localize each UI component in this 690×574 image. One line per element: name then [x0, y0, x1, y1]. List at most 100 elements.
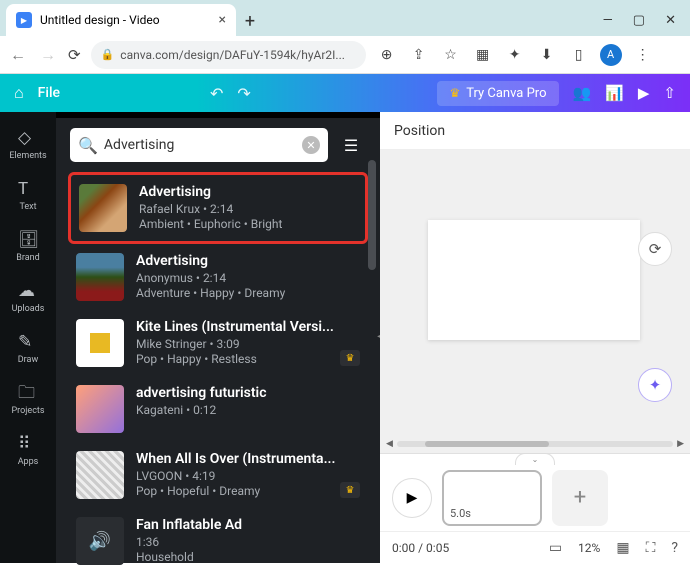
rail-projects[interactable]: 🗀Projects: [4, 377, 52, 422]
tab-favicon: [16, 12, 32, 28]
magic-icon[interactable]: ✦: [638, 368, 672, 402]
home-icon[interactable]: ⌂: [14, 83, 24, 103]
position-button[interactable]: Position: [394, 123, 445, 139]
track-meta: Mike Stringer • 3:09: [136, 337, 360, 351]
track-info: Fan Inflatable Ad 1:36Household: [136, 517, 360, 564]
track-thumbnail[interactable]: [76, 253, 124, 301]
time-display: 0:00 / 0:05: [392, 541, 449, 555]
track-item[interactable]: When All Is Over (Instrumenta...LVGOON •…: [68, 442, 368, 508]
canvas-area: Position ⟳ ✦ ◀ ▶ ⌄ ▶ 5.0s + 0:00: [380, 112, 690, 563]
share-icon[interactable]: ⇪: [408, 47, 430, 63]
redo-icon[interactable]: ↷: [237, 84, 250, 103]
filter-icon[interactable]: ☰: [336, 130, 366, 160]
help-icon[interactable]: ?: [671, 540, 678, 556]
translate-icon[interactable]: ▦: [472, 47, 494, 63]
search-input[interactable]: [104, 137, 296, 153]
stage-wrap[interactable]: ⟳ ✦ ◀ ▶: [380, 150, 690, 453]
main-area: ◇Elements TText 🗄Brand ☁Uploads ✎Draw 🗀P…: [0, 112, 690, 563]
track-info: When All Is Over (Instrumenta...LVGOON •…: [136, 451, 360, 498]
timeline: ⌄ ▶ 5.0s + 0:00 / 0:05 ▭ 12% ▦ ⛶ ?: [380, 453, 690, 563]
timeline-play-button[interactable]: ▶: [392, 478, 432, 518]
rail-brand[interactable]: 🗄Brand: [4, 224, 52, 269]
try-pro-button[interactable]: ♛ Try Canva Pro: [437, 81, 558, 106]
add-clip-button[interactable]: +: [552, 470, 608, 526]
tab-title: Untitled design - Video: [40, 13, 160, 27]
search-icon: 🔍: [78, 136, 98, 155]
track-item[interactable]: AdvertisingAnonymus • 2:14Adventure • Ha…: [68, 244, 368, 310]
export-icon[interactable]: ⇧: [663, 84, 676, 102]
reader-icon[interactable]: ▯: [568, 47, 590, 63]
browser-addressbar: ← → ⟳ 🔒 canva.com/design/DAFuY-1594k/hyA…: [0, 36, 690, 74]
track-meta: Kagateni • 0:12: [136, 403, 360, 417]
rail-apps[interactable]: ⠿Apps: [4, 428, 52, 473]
track-meta: 1:36: [136, 535, 360, 549]
grid-view-icon[interactable]: ▦: [616, 540, 629, 556]
track-item[interactable]: advertising futuristicKagateni • 0:12: [68, 376, 368, 442]
video-canvas[interactable]: [428, 220, 640, 340]
back-icon[interactable]: ←: [8, 45, 28, 65]
zoom-level[interactable]: 12%: [578, 541, 600, 555]
track-thumbnail[interactable]: [76, 319, 124, 367]
bookmark-icon[interactable]: ☆: [440, 47, 462, 63]
rail-text[interactable]: TText: [4, 173, 52, 218]
track-tags: Household: [136, 550, 360, 564]
lock-icon: 🔒: [101, 48, 115, 61]
track-tags: Pop • Hopeful • Dreamy: [136, 484, 360, 498]
track-title: Advertising: [139, 184, 357, 200]
forward-icon[interactable]: →: [38, 45, 58, 65]
close-tab-icon[interactable]: ×: [219, 12, 226, 28]
timeline-clip[interactable]: 5.0s: [442, 470, 542, 526]
rail-elements[interactable]: ◇Elements: [4, 122, 52, 167]
track-thumbnail[interactable]: [76, 385, 124, 433]
browser-tab[interactable]: Untitled design - Video ×: [6, 4, 236, 36]
search-box[interactable]: 🔍 ✕: [70, 128, 328, 162]
file-menu[interactable]: File: [38, 85, 60, 101]
undo-icon[interactable]: ↶: [210, 84, 223, 103]
side-rail: ◇Elements TText 🗄Brand ☁Uploads ✎Draw 🗀P…: [0, 112, 56, 563]
rail-uploads[interactable]: ☁Uploads: [4, 275, 52, 320]
download-icon[interactable]: ⬇: [536, 47, 558, 63]
track-thumbnail[interactable]: 🔊: [76, 517, 124, 565]
crown-icon: ♛: [449, 86, 460, 100]
extensions-icon[interactable]: ✦: [504, 47, 526, 63]
url-text: canva.com/design/DAFuY-1594k/hyAr2I...: [120, 48, 345, 62]
track-tags: Ambient • Euphoric • Bright: [139, 217, 357, 231]
clear-search-icon[interactable]: ✕: [302, 136, 320, 154]
menu-icon[interactable]: ⋮: [632, 47, 654, 63]
scroll-right-icon[interactable]: ▶: [677, 439, 684, 449]
track-thumbnail[interactable]: [76, 451, 124, 499]
track-thumbnail[interactable]: [79, 184, 127, 232]
track-item[interactable]: Advertising Rafael Krux • 2:14Ambient • E…: [68, 172, 368, 244]
scroll-left-icon[interactable]: ◀: [386, 439, 393, 449]
window-minimize-icon[interactable]: —: [603, 13, 613, 28]
new-tab-button[interactable]: +: [236, 11, 264, 36]
pages-icon[interactable]: ▭: [549, 540, 562, 556]
track-title: When All Is Over (Instrumenta...: [136, 451, 360, 467]
play-icon[interactable]: ▶: [638, 84, 650, 102]
track-tags: Adventure • Happy • Dreamy: [136, 286, 360, 300]
reload-icon[interactable]: ⟳: [68, 46, 81, 64]
url-field[interactable]: 🔒 canva.com/design/DAFuY-1594k/hyAr2I...: [91, 41, 366, 69]
timeline-bottom-bar: 0:00 / 0:05 ▭ 12% ▦ ⛶ ?: [380, 531, 690, 563]
window-maximize-icon[interactable]: ▢: [633, 13, 645, 28]
analytics-icon[interactable]: 📊: [605, 84, 624, 102]
canva-header: ⌂ File ↶ ↷ ♛ Try Canva Pro 👥 📊 ▶ ⇧: [0, 74, 690, 112]
zoom-icon[interactable]: ⊕: [376, 47, 398, 63]
track-item[interactable]: 🔊 Fan Inflatable Ad 1:36Household: [68, 508, 368, 574]
track-tags: Pop • Happy • Restless: [136, 352, 360, 366]
track-info: Advertising Rafael Krux • 2:14Ambient • E…: [139, 184, 357, 231]
horizontal-scrollbar[interactable]: ◀ ▶: [386, 439, 684, 449]
reset-view-icon[interactable]: ⟳: [638, 232, 672, 266]
track-meta: Rafael Krux • 2:14: [139, 202, 357, 216]
fullscreen-icon[interactable]: ⛶: [646, 540, 656, 556]
rail-draw[interactable]: ✎Draw: [4, 326, 52, 371]
track-meta: Anonymus • 2:14: [136, 271, 360, 285]
pro-badge-icon: ♛: [340, 482, 360, 498]
audio-panel: 🔍 ✕ ☰ Advertising Rafael Krux • 2:14Ambie…: [56, 112, 380, 563]
track-item[interactable]: Kite Lines (Instrumental Versi...Mike St…: [68, 310, 368, 376]
track-info: AdvertisingAnonymus • 2:14Adventure • Ha…: [136, 253, 360, 300]
collab-icon[interactable]: 👥: [573, 84, 592, 102]
window-close-icon[interactable]: ✕: [665, 13, 676, 28]
track-title: Fan Inflatable Ad: [136, 517, 360, 533]
profile-avatar[interactable]: A: [600, 44, 622, 66]
